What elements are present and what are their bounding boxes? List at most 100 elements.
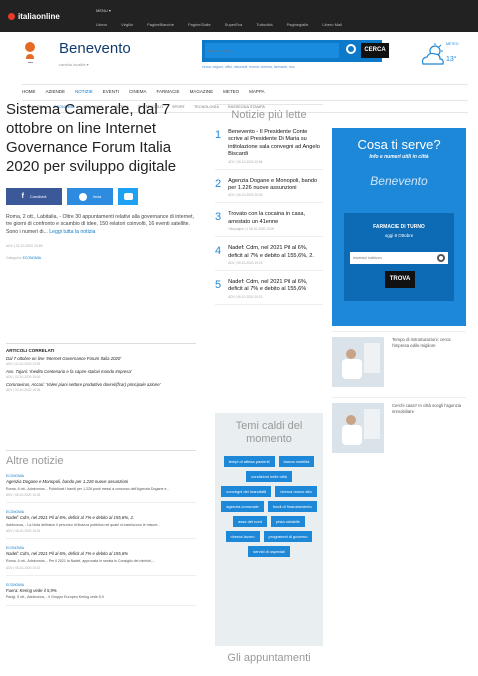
topic-pill[interactable]: bonus mobilità xyxy=(278,456,315,467)
topic-pill[interactable]: agenzia comunale xyxy=(221,501,264,512)
nav-item-eventi[interactable]: EVENTI xyxy=(103,89,119,94)
news-tag[interactable]: ECONOMIA xyxy=(6,583,196,587)
topic-pill[interactable]: programmi di governo xyxy=(263,531,313,542)
popular-date: ADV | 06-10-2020 10:56 xyxy=(228,159,263,164)
news-title[interactable]: Nadef: Cdm, nel 2021 Pil al 6%, deficit … xyxy=(6,515,196,521)
related-item[interactable]: Dal 7 ottobre on line 'Internet Governan… xyxy=(6,356,196,366)
popular-item[interactable]: 1 Benevento - Il Presidente Conte scrive… xyxy=(215,129,323,170)
popular-title[interactable]: Agenzia Dogane e Monopoli, bando per 1.2… xyxy=(228,178,323,193)
promo-text[interactable]: Tempo di ristrutturazioni: cerca l'impre… xyxy=(392,337,464,387)
weather-temperature: 13° xyxy=(446,56,457,63)
news-tag[interactable]: ECONOMIA xyxy=(6,546,196,550)
top-link[interactable]: Paginegialle xyxy=(287,22,309,27)
related-date: ADV | 02-10-2020 15:00 xyxy=(6,375,41,379)
search-box: CERCA xyxy=(202,40,389,62)
popular-title[interactable]: Nadef: Cdm, nel 2021 Pil al 6%, deficit … xyxy=(228,279,323,294)
topic-pill[interactable]: asse del nord xyxy=(233,516,268,527)
search-hints: cerca: negozi, uffici, ristoranti, event… xyxy=(202,65,296,69)
news-tag[interactable]: ECONOMIA xyxy=(6,474,196,478)
search-button[interactable]: CERCA xyxy=(361,43,389,58)
related-heading: ARTICOLI CORRELATI xyxy=(6,348,55,353)
top-link[interactable]: SuperEva xyxy=(225,22,243,27)
related-title[interactable]: Coronavirus, Accari: 'Valeri piani setto… xyxy=(6,382,196,387)
nav-item-aziende[interactable]: AZIENDE xyxy=(46,89,66,94)
popular-date: ADV | 06-10-2020 10:13 xyxy=(228,294,263,299)
top-link[interactable]: Virgilio xyxy=(121,22,133,27)
related-date: ADV | 02-10-2020 15:06 xyxy=(6,388,41,392)
find-pharmacy-button[interactable]: TROVA xyxy=(385,271,415,288)
topic-pill[interactable]: pista ciclabile xyxy=(271,516,305,527)
right-sidebar: Cosa ti serve? Info e numeri utili in ci… xyxy=(332,128,466,458)
logo-dot-icon xyxy=(8,13,15,20)
popular-rank: 2 xyxy=(215,177,222,190)
topic-pill[interactable]: ricerca nuovo sito xyxy=(275,486,317,497)
pharmacy-address-input[interactable] xyxy=(350,252,448,264)
top-link[interactable]: PagineBianche xyxy=(147,22,174,27)
services-city: Benevento xyxy=(370,174,428,188)
topic-pill[interactable]: fondi di finanziamento xyxy=(267,501,317,512)
topic-pill[interactable]: convegni dei manufatti xyxy=(221,486,272,497)
main-article: Sistema Camerale, dal 7 ottobre on line … xyxy=(6,100,196,260)
popular-title[interactable]: Benevento - Il Presidente Conte scrive a… xyxy=(228,129,323,159)
share-buttons: f Condividi Invia xyxy=(6,188,196,205)
news-item[interactable]: ECONOMIA Fuera: Kering vede il 5,9% Pari… xyxy=(6,583,196,606)
pharmacy-widget: FARMACIE DI TURNO oggi 8 Ottobre TROVA xyxy=(344,213,454,301)
related-item[interactable]: Coronavirus, Accari: 'Valeri piani setto… xyxy=(6,382,196,392)
nav-item-meteo[interactable]: METEO xyxy=(223,89,239,94)
article-headline: Sistema Camerale, dal 7 ottobre on line … xyxy=(6,101,177,175)
nav-item-cinema[interactable]: CINEMA xyxy=(129,89,147,94)
nav-item-home[interactable]: HOME xyxy=(22,89,36,94)
top-link[interactable]: PagineGialle xyxy=(188,22,211,27)
news-title[interactable]: Agenzia Dogane e Monopoli, bando per 1.2… xyxy=(6,479,196,485)
promo-construction-image[interactable] xyxy=(332,337,384,387)
top-menu-button[interactable]: MENU ▾ xyxy=(96,8,111,13)
top-bar: italiaonline MENU ▾ Libero Virgilio Pagi… xyxy=(0,0,478,32)
topic-pill[interactable]: condizioni nelle città xyxy=(246,471,292,482)
nav-item-mappa[interactable]: MAPPA xyxy=(249,89,264,94)
news-title[interactable]: Fuera: Kering vede il 5,9% xyxy=(6,588,196,594)
promo-item[interactable]: Tempo di ristrutturazioni: cerca l'impre… xyxy=(332,331,466,392)
top-link[interactable]: Libero Mail xyxy=(322,22,342,27)
topic-pill[interactable]: ricerca lavoro xyxy=(225,531,260,542)
category-link[interactable]: ECONOMIA xyxy=(23,256,41,260)
popular-item[interactable]: 3 Trovato con la cocaina in casa, arrest… xyxy=(215,211,323,238)
topic-pill[interactable]: tempi di attesa pazienti xyxy=(223,456,275,467)
weather-label[interactable]: METEO xyxy=(446,42,458,46)
hot-topics-heading: Temi caldi del momento xyxy=(235,420,303,445)
facebook-share-button[interactable]: f Condividi xyxy=(6,188,62,205)
related-title[interactable]: Ass. Tajani: 'Inedito Centenario e fa ca… xyxy=(6,369,196,374)
messenger-share-button[interactable]: Invia xyxy=(67,188,113,205)
italiaonline-logo[interactable]: italiaonline xyxy=(8,12,60,21)
topic-pill[interactable]: servizi di ospedali xyxy=(248,546,290,557)
nav-item-farmacie[interactable]: FARMACIE xyxy=(157,89,180,94)
twitter-share-button[interactable] xyxy=(118,188,138,205)
nav-item-magazine[interactable]: MAGAZINE xyxy=(190,89,214,94)
popular-title[interactable]: Trovato con la cocaina in casa, arrestat… xyxy=(228,211,323,226)
change-city-link[interactable]: cambia località ▾ xyxy=(59,62,89,67)
popular-title[interactable]: Nadef: Cdm, nel 2021 Pil al 6%, deficit … xyxy=(228,245,323,260)
news-tag[interactable]: ECONOMIA xyxy=(6,510,196,514)
news-item[interactable]: ECONOMIA Nadef: Cdm, nel 2021 Pil al 6%,… xyxy=(6,510,196,540)
news-item[interactable]: ECONOMIA Agenzia Dogane e Monopoli, band… xyxy=(6,474,196,504)
news-date: ADV | 06-10-2020 10:15 xyxy=(6,529,41,534)
related-item[interactable]: Ass. Tajani: 'Inedito Centenario e fa ca… xyxy=(6,369,196,379)
appointments-heading: Gli appuntamenti xyxy=(227,652,311,664)
promo-text[interactable]: Cerchi casa? In città scegli l'agenzia i… xyxy=(392,403,464,453)
popular-date: ADV | 06-10-2020 10:15 xyxy=(228,261,263,266)
popular-item[interactable]: 5 Nadef: Cdm, nel 2021 Pil al 6%, defici… xyxy=(215,279,323,305)
search-input[interactable] xyxy=(205,43,339,58)
gps-locate-icon[interactable] xyxy=(437,254,445,262)
top-link[interactable]: Tuttocittà xyxy=(256,22,272,27)
top-link[interactable]: Libero xyxy=(96,22,107,27)
search-icon[interactable] xyxy=(346,44,356,54)
messenger-icon xyxy=(78,192,87,201)
news-title[interactable]: Nadef: Cdm, nel 2021 Pil al 6%, deficit … xyxy=(6,551,196,557)
promo-home-image[interactable] xyxy=(332,403,384,453)
read-more-link[interactable]: Leggi tutta la notizia xyxy=(49,229,95,235)
related-title[interactable]: Dal 7 ottobre on line 'Internet Governan… xyxy=(6,356,196,361)
promo-item[interactable]: Cerchi casa? In città scegli l'agenzia i… xyxy=(332,397,466,458)
popular-item[interactable]: 2 Agenzia Dogane e Monopoli, bando per 1… xyxy=(215,178,323,204)
news-item[interactable]: ECONOMIA Nadef: Cdm, nel 2021 Pil al 6%,… xyxy=(6,546,196,576)
nav-item-notizie[interactable]: NOTIZIE xyxy=(75,89,93,94)
popular-item[interactable]: 4 Nadef: Cdm, nel 2021 Pil al 6%, defici… xyxy=(215,245,323,272)
